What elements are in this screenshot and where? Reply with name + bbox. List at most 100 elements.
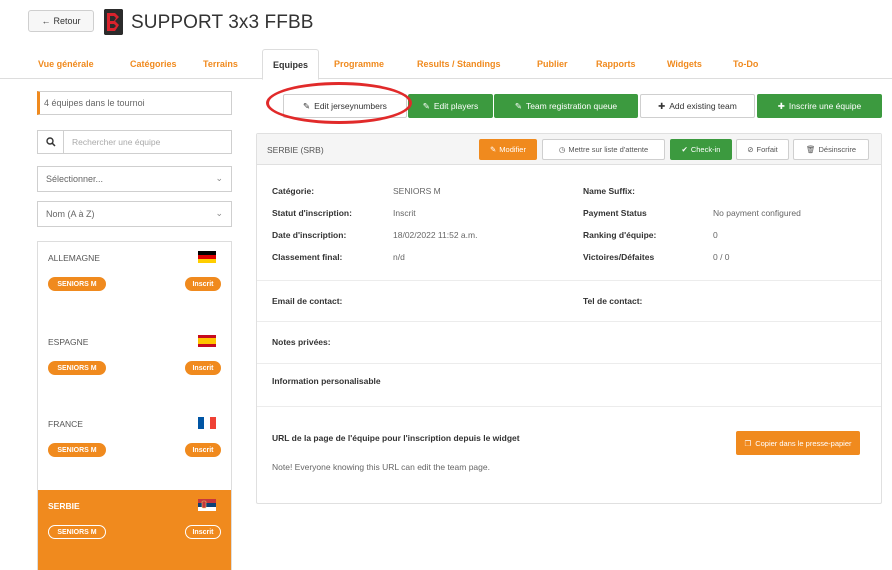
trash-icon: 🗑 [805,145,816,154]
team-ranking-value: 0 [713,230,718,240]
waiting-list-button[interactable]: ◷ Mettre sur liste d'attente [542,139,665,160]
spain-flag-icon [198,335,216,347]
team-item-france[interactable]: FRANCE SENIORS M Inscrit [38,408,231,490]
tab-reports[interactable]: Rapports [596,59,636,69]
germany-flag-icon [198,251,216,263]
status-badge: Inscrit [185,443,221,457]
private-notes-label: Notes privées: [272,337,331,347]
unregister-label: Désinscrire [818,145,857,154]
divider [257,363,881,364]
category-value: SENIORS M [393,186,441,196]
status-badge: Inscrit [185,525,221,539]
category-label: Catégorie: [272,186,315,196]
tab-schedule[interactable]: Programme [334,59,384,69]
tab-overview[interactable]: Vue générale [38,59,94,69]
modify-label: Modifier [499,145,526,154]
tab-teams[interactable]: Equipes [262,49,320,80]
chevron-down-icon: ⌄ [215,173,223,183]
page-title: SUPPORT 3x3 FFBB [131,12,314,33]
team-name: ESPAGNE [48,337,89,347]
back-label: Retour [53,16,81,26]
pencil-icon: ✎ [490,145,497,154]
final-rank-label: Classement final: [272,252,343,262]
plus-icon: ✚ [777,100,785,111]
add-existing-team-button[interactable]: ✚ Add existing team [640,94,755,118]
team-url-note: Note! Everyone knowing this URL can edit… [272,462,490,472]
category-badge: SENIORS M [48,443,106,457]
modify-button[interactable]: ✎ Modifier [479,139,537,160]
copy-url-label: Copier dans le presse-papier [755,438,852,448]
contact-email-label: Email de contact: [272,296,343,306]
back-button[interactable]: ← Retour [28,10,94,32]
tab-widgets[interactable]: Widgets [667,59,702,69]
search-icon[interactable] [38,131,64,153]
team-item-allemagne[interactable]: ALLEMAGNE SENIORS M Inscrit [38,242,231,324]
category-badge: SENIORS M [48,525,106,539]
team-item-serbie[interactable]: SERBIE SENIORS M Inscrit [38,490,231,570]
team-url-label: URL de la page de l'équipe pour l'inscri… [272,433,520,443]
divider [257,280,881,281]
team-name: FRANCE [48,419,83,429]
team-search [37,130,232,154]
app-logo [104,9,123,35]
register-team-label: Inscrire une équipe [788,101,862,111]
category-badge: SENIORS M [48,277,106,291]
checkin-label: Check-in [690,145,721,154]
edit-icon: ✎ [422,100,430,111]
divider [257,321,881,322]
arrow-left-icon: ← [41,16,51,26]
forfeit-label: Forfait [756,145,778,154]
edit-jerseynumbers-button[interactable]: ✎ Edit jerseynumbers [283,94,407,118]
edit-icon: ✎ [514,100,522,111]
team-item-espagne[interactable]: ESPAGNE SENIORS M Inscrit [38,326,231,408]
check-icon: ✔ [681,145,688,154]
edit-icon: ✎ [303,100,311,111]
tab-categories[interactable]: Catégories [130,59,177,69]
france-flag-icon [198,417,216,429]
forfeit-button[interactable]: ⊘ Forfait [736,139,789,160]
wins-losses-value: 0 / 0 [713,252,730,262]
team-name: ALLEMAGNE [48,253,100,263]
team-count: 4 équipes dans le tournoi [37,91,232,115]
sort-value: Nom (A à Z) [46,209,95,219]
clock-icon: ◷ [558,145,566,154]
sort-select[interactable]: Nom (A à Z) ⌄ [37,201,232,227]
unregister-button[interactable]: 🗑 Désinscrire [793,139,869,160]
custom-info-label: Information personalisable [272,376,381,386]
ban-icon: ⊘ [747,145,754,154]
tab-courts[interactable]: Terrains [203,59,238,69]
waiting-list-label: Mettre sur liste d'attente [568,145,649,154]
top-nav: Vue générale Catégories Terrains Equipes… [0,49,892,80]
tab-results[interactable]: Results / Standings [417,59,501,69]
category-badge: SENIORS M [48,361,106,375]
edit-players-label: Edit players [433,101,479,111]
chevron-down-icon: ⌄ [215,208,223,218]
divider [257,406,881,407]
plus-icon: ✚ [658,100,666,111]
category-filter-value: Sélectionner... [46,174,104,184]
team-name: SERBIE [48,501,80,511]
name-suffix-label: Name Suffix: [583,186,635,196]
checkin-button[interactable]: ✔ Check-in [670,139,732,160]
payment-status-label: Payment Status [583,208,647,218]
search-input[interactable] [64,131,231,153]
copy-icon: ❐ [744,438,752,448]
panel-title: SERBIE (SRB) [267,145,324,155]
category-filter-select[interactable]: Sélectionner... ⌄ [37,166,232,192]
tab-todo[interactable]: To-Do [733,59,758,69]
register-team-button[interactable]: ✚ Inscrire une équipe [757,94,882,118]
panel-header: SERBIE (SRB) ✎ Modifier ◷ Mettre sur lis… [257,134,881,165]
contact-tel-label: Tel de contact: [583,296,643,306]
edit-jerseynumbers-label: Edit jerseynumbers [314,101,387,111]
add-existing-team-label: Add existing team [669,101,737,111]
edit-players-button[interactable]: ✎ Edit players [408,94,493,118]
serbia-flag-icon [198,499,216,511]
status-badge: Inscrit [185,277,221,291]
tab-publish[interactable]: Publier [537,59,568,69]
team-detail-panel: SERBIE (SRB) ✎ Modifier ◷ Mettre sur lis… [256,133,882,504]
team-list: ALLEMAGNE SENIORS M Inscrit ESPAGNE SENI… [37,241,232,570]
final-rank-value: n/d [393,252,405,262]
status-label: Statut d'inscription: [272,208,352,218]
copy-url-button[interactable]: ❐ Copier dans le presse-papier [736,431,860,455]
team-registration-queue-button[interactable]: ✎ Team registration queue [494,94,638,118]
